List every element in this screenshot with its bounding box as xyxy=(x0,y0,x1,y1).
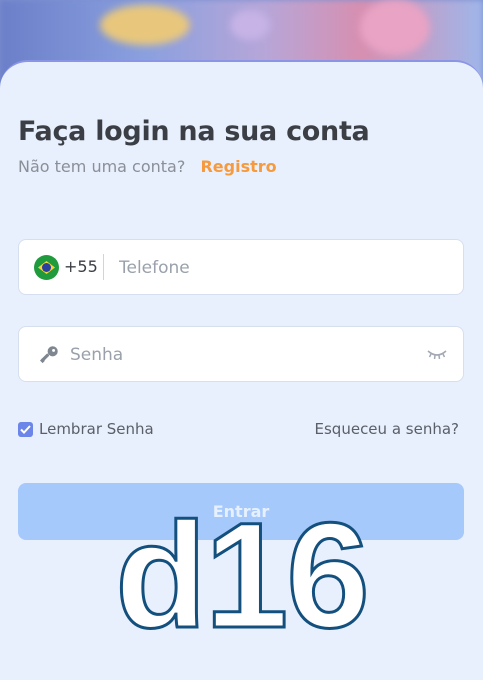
phone-field[interactable]: +55 xyxy=(18,239,464,295)
watermark-logo: d16 xyxy=(114,491,371,659)
no-account-text: Não tem uma conta? xyxy=(18,157,186,176)
phone-input[interactable] xyxy=(117,255,441,281)
field-divider xyxy=(103,254,104,280)
forgot-password-link[interactable]: Esqueceu a senha? xyxy=(315,420,459,438)
checkbox-checked-icon[interactable] xyxy=(18,421,33,437)
background-decoration xyxy=(230,10,270,40)
remember-password-checkbox[interactable]: Lembrar Senha xyxy=(18,420,154,438)
background-decoration xyxy=(360,0,430,55)
eye-closed-icon[interactable] xyxy=(427,348,447,360)
page-title: Faça login na sua conta xyxy=(18,116,370,147)
background-decoration xyxy=(100,5,190,45)
register-link[interactable]: Registro xyxy=(200,157,276,176)
register-prompt: Não tem uma conta? Registro xyxy=(18,157,277,176)
remember-label: Lembrar Senha xyxy=(39,420,154,438)
password-input[interactable] xyxy=(68,342,412,368)
key-icon xyxy=(39,346,58,364)
password-field[interactable] xyxy=(18,326,464,382)
brazil-flag-icon[interactable] xyxy=(34,255,59,280)
country-code[interactable]: +55 xyxy=(64,257,98,276)
